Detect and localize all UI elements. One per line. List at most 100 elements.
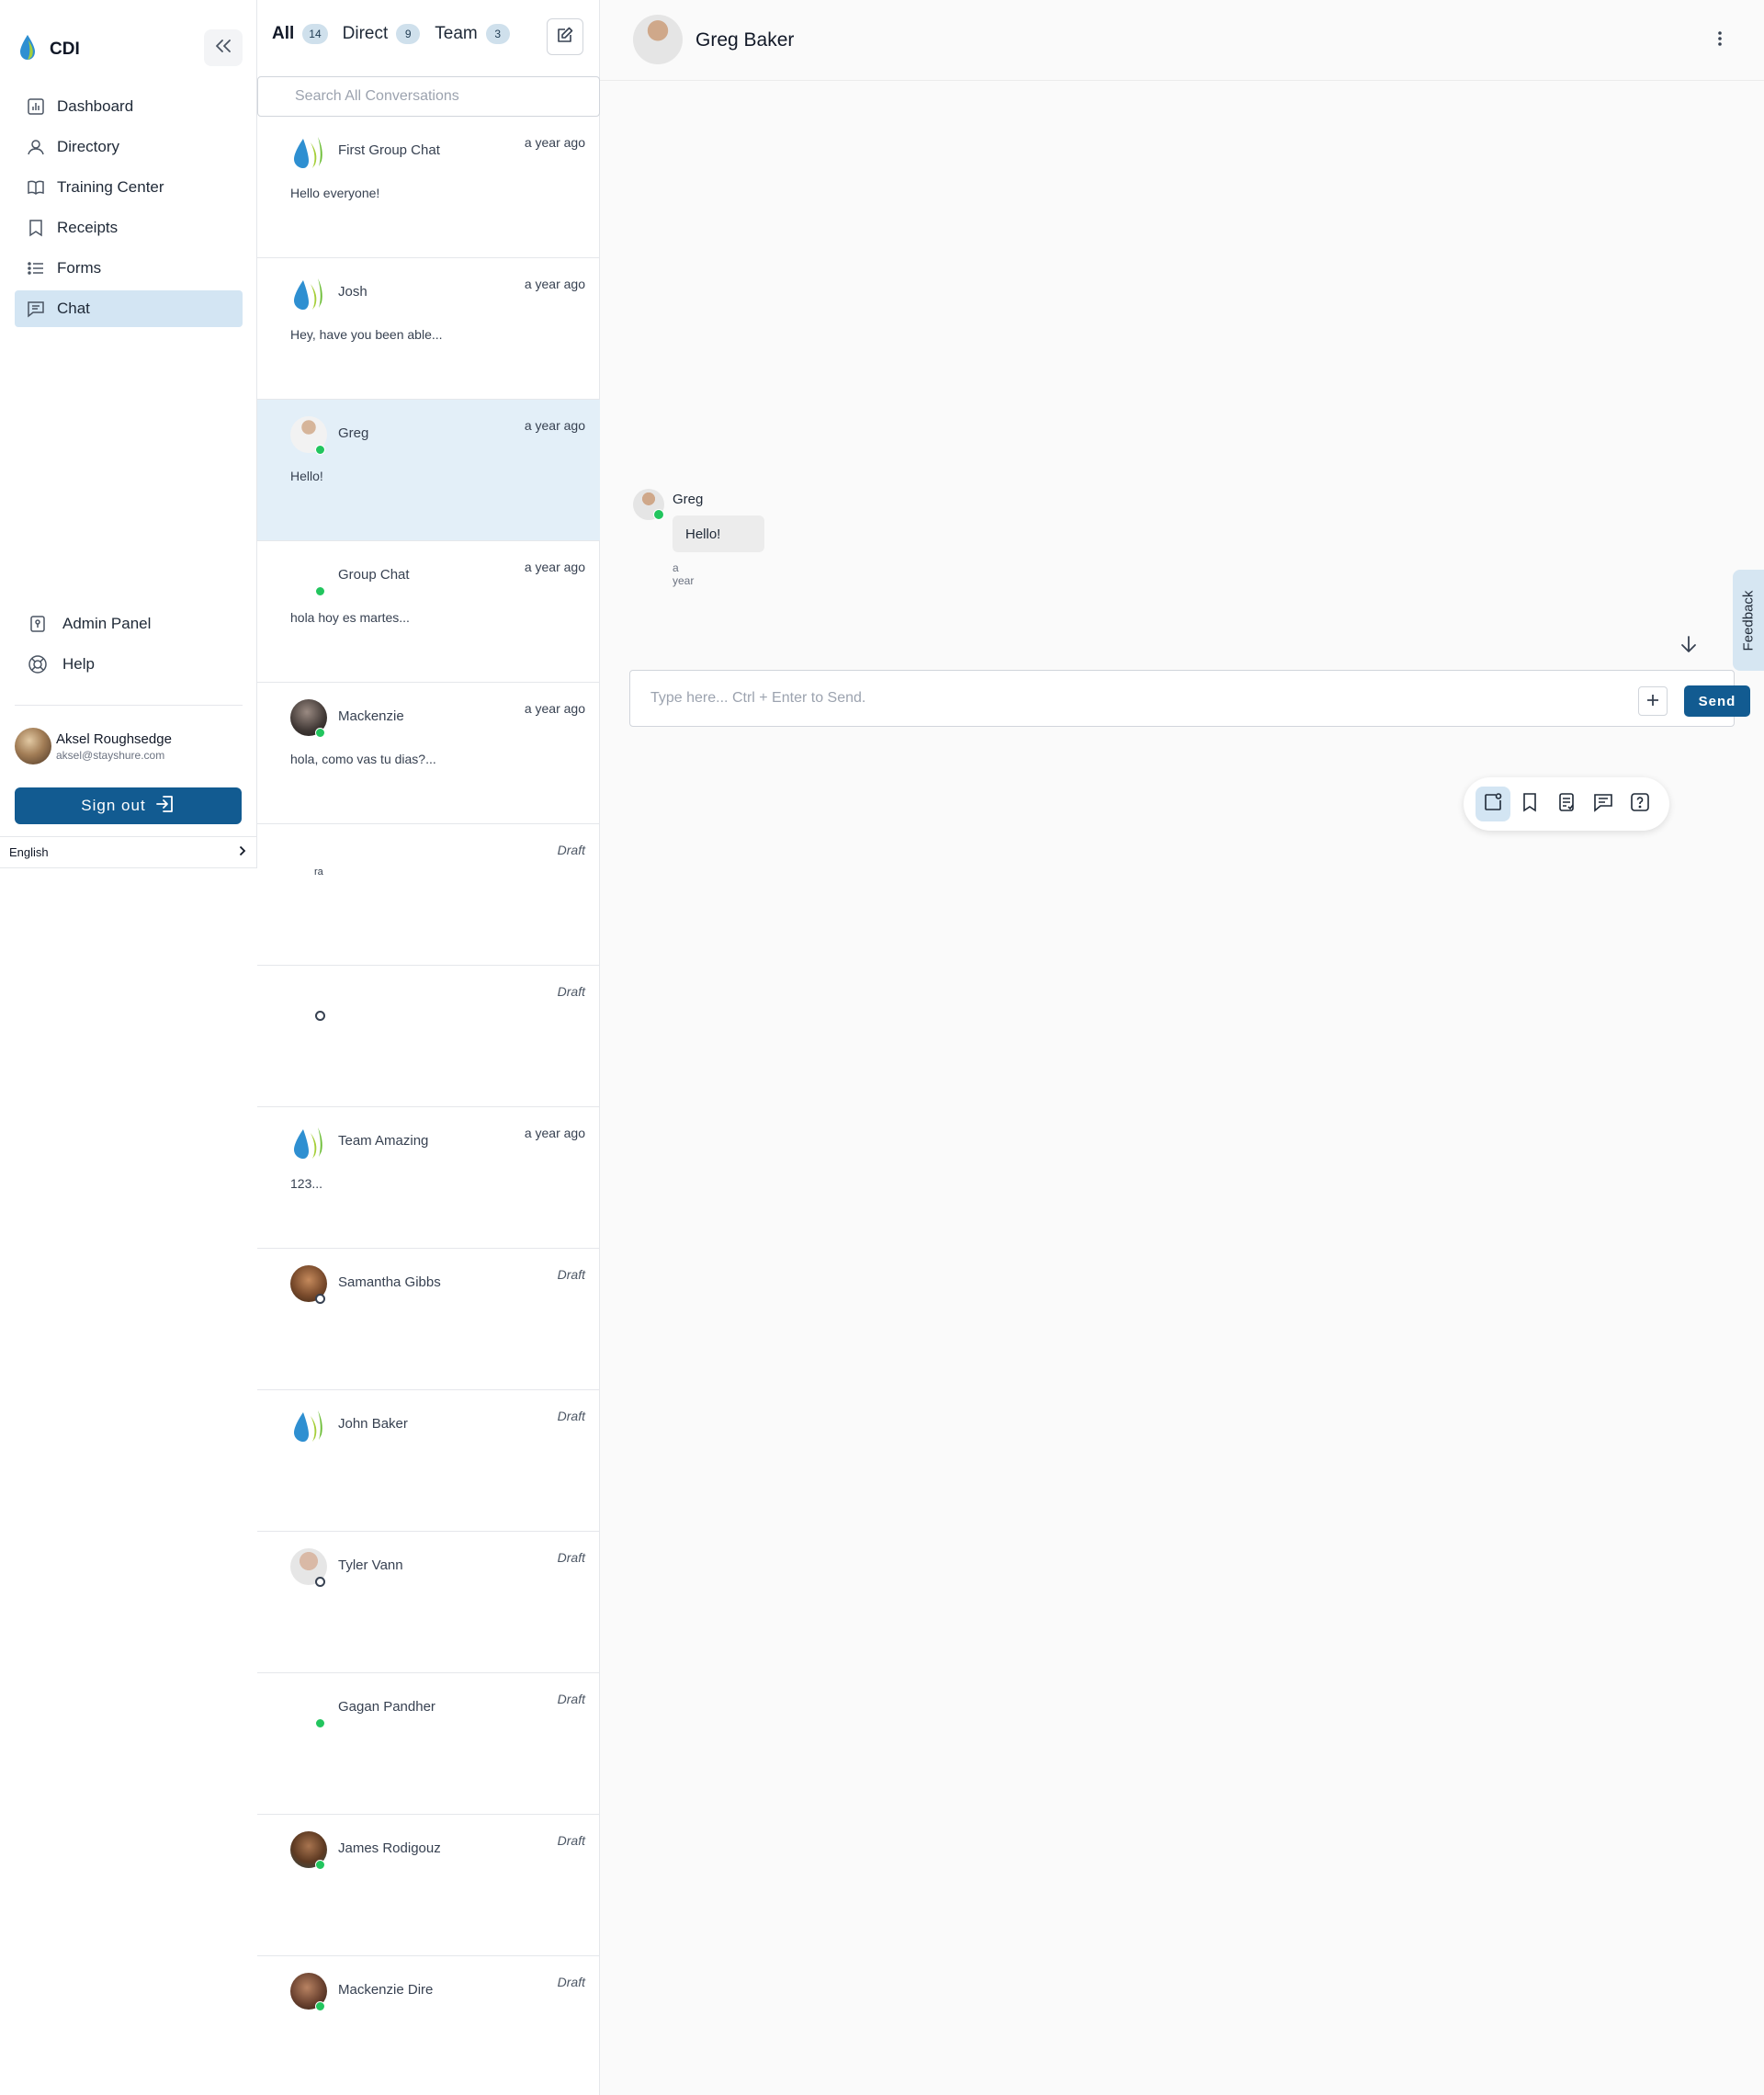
more-options-button[interactable] [1709, 28, 1731, 53]
count-badge: 14 [302, 24, 328, 44]
offline-status-dot [315, 1577, 325, 1587]
conversation-preview: 123... [290, 1176, 323, 1191]
nav-dashboard[interactable]: Dashboard [15, 88, 243, 125]
nav-receipts[interactable]: Receipts [15, 210, 243, 246]
sign-out-label: Sign out [81, 797, 146, 814]
divider [15, 705, 243, 706]
conversation-item[interactable]: John Baker Draft [257, 1390, 600, 1532]
offline-status-dot [315, 1294, 325, 1304]
online-status-dot [315, 445, 325, 455]
bookmark-button[interactable] [1512, 787, 1547, 821]
conversation-item[interactable]: Draft [257, 966, 600, 1107]
scroll-to-bottom-button[interactable] [1677, 634, 1701, 658]
group-logo-icon [290, 133, 327, 170]
nav-directory[interactable]: Directory [15, 129, 243, 165]
conversation-item[interactable]: Mackenzie Dire Draft [257, 1956, 600, 2095]
chat-icon [1593, 792, 1613, 817]
conversation-item[interactable]: ra Draft [257, 824, 600, 966]
receipt-button[interactable] [1549, 787, 1584, 821]
message-time: a year [673, 561, 695, 587]
conversation-item[interactable]: First Group Chat a year ago Hello everyo… [257, 117, 600, 258]
conversation-preview: Hello! [290, 469, 323, 483]
chat-icon [26, 299, 46, 319]
tab-team[interactable]: Team 3 [435, 24, 510, 44]
contact-name[interactable]: Greg Baker [695, 29, 794, 51]
conversation-name: First Group Chat [338, 142, 440, 158]
tab-label: All [272, 24, 295, 43]
contact-card-button[interactable] [1476, 787, 1510, 821]
conversation-item[interactable]: Josh a year ago Hey, have you been able.… [257, 258, 600, 400]
conversation-time: a year ago [524, 277, 585, 291]
conversation-item[interactable]: Samantha Gibbs Draft [257, 1249, 600, 1390]
online-status-dot [315, 1718, 325, 1728]
conversation-item[interactable]: Tyler Vann Draft [257, 1532, 600, 1673]
nav-chat[interactable]: Chat [15, 290, 243, 327]
nav-forms[interactable]: Forms [15, 250, 243, 287]
nav-label: Dashboard [57, 97, 134, 115]
nav-label: Admin Panel [62, 615, 152, 632]
conversation-name: Mackenzie [338, 708, 404, 724]
tab-direct[interactable]: Direct 9 [343, 24, 421, 44]
conversation-name: Tyler Vann [338, 1557, 403, 1573]
main-nav: Dashboard Directory Training Center Rece… [15, 88, 243, 331]
conversation-time: Draft [557, 843, 585, 857]
list-icon [26, 258, 46, 278]
edit-icon [557, 27, 573, 48]
collapse-sidebar-button[interactable] [204, 29, 243, 66]
help-button[interactable] [1623, 787, 1657, 821]
conversation-time: Draft [557, 1550, 585, 1565]
broken-avatar-text: ra [314, 866, 323, 878]
tab-label: Team [435, 24, 478, 43]
tab-all[interactable]: All 14 [272, 24, 328, 44]
conversation-item[interactable]: Gagan Pandher Draft [257, 1673, 600, 1815]
brand[interactable]: CDI [18, 33, 80, 65]
message-input[interactable] [650, 684, 1569, 713]
conversation-time: Draft [557, 1692, 585, 1706]
plus-icon [1646, 691, 1659, 712]
chart-icon [26, 96, 46, 117]
conversation-item-active[interactable]: Greg a year ago Hello! [257, 400, 600, 541]
conversation-time: a year ago [524, 560, 585, 574]
cdi-logo-icon [18, 33, 37, 65]
nav-training-center[interactable]: Training Center [15, 169, 243, 206]
conversation-name: Mackenzie Dire [338, 1982, 434, 1998]
nav-help[interactable]: Help [15, 646, 243, 683]
search-input[interactable] [257, 76, 600, 117]
nav-admin-panel[interactable]: Admin Panel [15, 606, 243, 642]
conversation-time: Draft [557, 1833, 585, 1848]
language-selector[interactable]: English [0, 836, 257, 867]
online-status-dot [315, 728, 325, 738]
conversation-item[interactable]: Group Chat a year ago hola hoy es martes… [257, 541, 600, 683]
feedback-tab[interactable]: Feedback [1733, 570, 1764, 671]
nav-label: Forms [57, 259, 102, 277]
user-profile[interactable]: Aksel Roughsedge aksel@stayshure.com [15, 728, 172, 764]
offline-status-dot [315, 1011, 325, 1021]
chat-button[interactable] [1586, 787, 1621, 821]
conversation-name: Josh [338, 284, 368, 300]
conversation-time: a year ago [524, 701, 585, 716]
user-name: Aksel Roughsedge [56, 730, 172, 747]
send-button[interactable]: Send [1684, 685, 1750, 717]
conversation-time: a year ago [524, 418, 585, 433]
online-status-dot [315, 1860, 325, 1870]
attach-button[interactable] [1638, 686, 1668, 716]
kebab-menu-icon [1717, 30, 1723, 51]
message-bubble: Hello! [673, 515, 764, 552]
arrow-down-icon [1680, 635, 1697, 658]
contact-avatar[interactable] [633, 15, 683, 64]
conversation-preview: hola hoy es martes... [290, 610, 410, 625]
nav-label: Receipts [57, 219, 119, 236]
user-email: aksel@stayshure.com [56, 748, 165, 762]
conversation-item[interactable]: Team Amazing a year ago 123... [257, 1107, 600, 1249]
sign-out-button[interactable]: Sign out [15, 787, 242, 824]
message-sender: Greg [673, 492, 704, 507]
conversation-item[interactable]: James Rodigouz Draft [257, 1815, 600, 1956]
avatar [15, 728, 51, 764]
online-status-dot [315, 2001, 325, 2011]
double-chevron-left-icon [215, 39, 232, 57]
user-icon [26, 137, 46, 157]
new-conversation-button[interactable] [547, 18, 583, 55]
conversation-item[interactable]: Mackenzie a year ago hola, como vas tu d… [257, 683, 600, 824]
nav-label: Help [62, 655, 95, 673]
chevron-right-icon [239, 845, 246, 859]
